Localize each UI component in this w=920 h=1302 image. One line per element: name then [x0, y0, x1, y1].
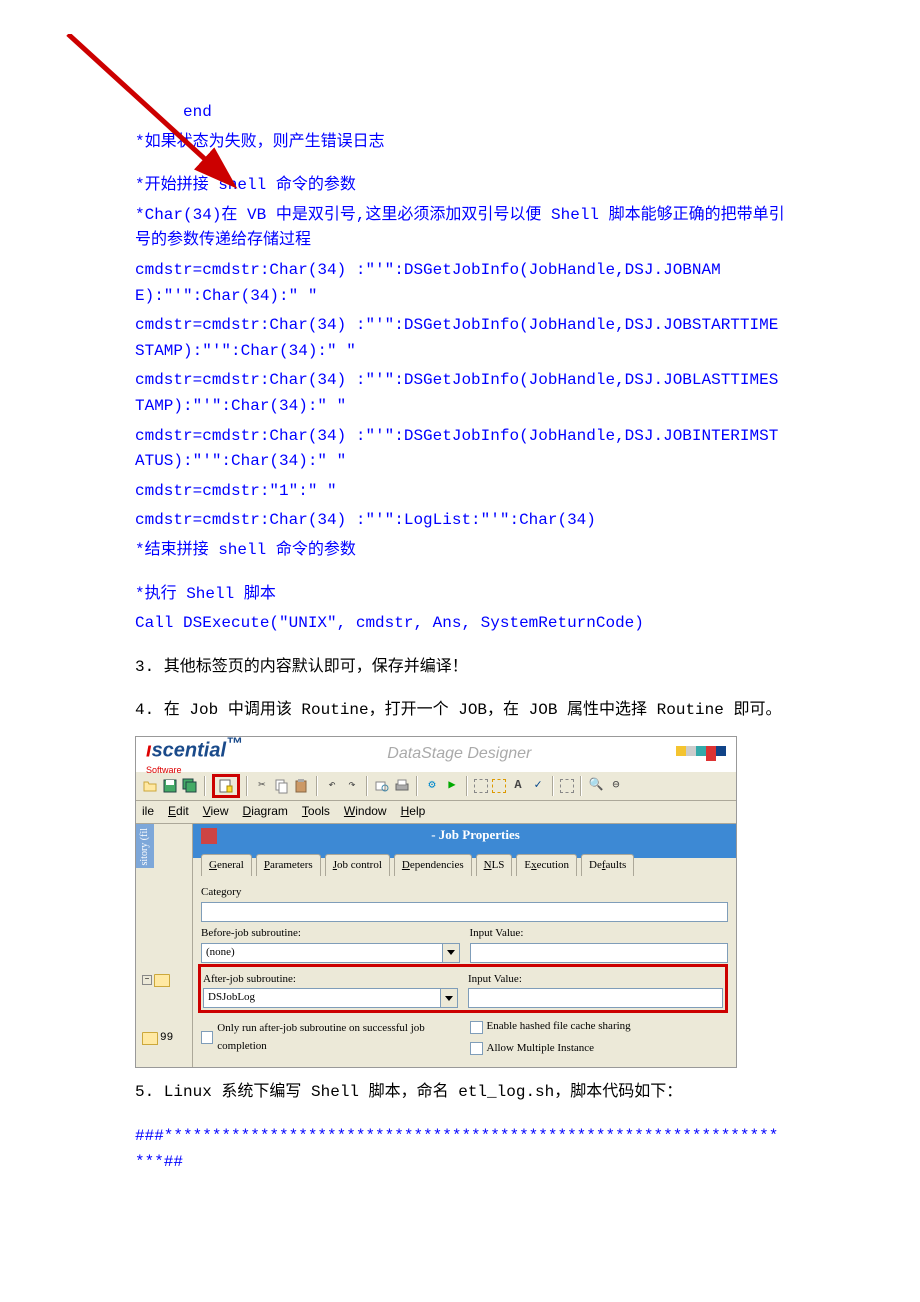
allow-multi-label: Allow Multiple Instance — [487, 1040, 595, 1058]
tab-job-control[interactable]: Job control — [325, 854, 390, 877]
code-cmdstr-4: cmdstr=cmdstr:Char(34) :"'":DSGetJobInfo… — [135, 424, 785, 475]
category-field[interactable] — [201, 902, 728, 922]
paste-icon[interactable] — [294, 778, 310, 794]
tab-nls[interactable]: NLS — [476, 854, 513, 877]
window-title: - Job Properties — [223, 825, 728, 846]
check-icon[interactable]: ✓ — [530, 778, 546, 794]
designer-title: DataStage Designer — [243, 741, 676, 767]
tree-node-99[interactable]: 99 — [142, 1030, 173, 1048]
chevron-down-icon — [445, 996, 453, 1001]
comment-char34: *Char(34)在 VB 中是双引号,这里必须添加双引号以便 Shell 脚本… — [135, 203, 785, 254]
properties-button-highlight — [212, 774, 240, 798]
enable-hash-label: Enable hashed file cache sharing — [487, 1018, 631, 1036]
job-properties-title-bar: - Job Properties — [193, 824, 736, 848]
code-cmdstr-1: cmdstr=cmdstr:Char(34) :"'":DSGetJobInfo… — [135, 258, 785, 309]
tab-general[interactable]: General — [201, 854, 252, 877]
after-subroutine-combo[interactable]: DSJobLog — [203, 988, 441, 1008]
save-icon[interactable] — [162, 778, 178, 794]
find-icon[interactable] — [374, 778, 390, 794]
designer-menubar: ile Edit View Diagram Tools Window Help — [136, 801, 736, 824]
after-dropdown-button[interactable] — [441, 988, 458, 1008]
menu-diagram[interactable]: Diagram — [243, 802, 288, 821]
job-properties-icon[interactable] — [218, 778, 234, 794]
comment-begin-params: *开始拼接 shell 命令的参数 — [135, 173, 785, 199]
comment-end-params: *结束拼接 shell 命令的参数 — [135, 538, 785, 564]
repository-sidebar: sitory (fil − 99 — [136, 824, 193, 1068]
color-squares — [676, 746, 726, 761]
compile-icon[interactable]: ⚙ — [424, 778, 440, 794]
annotation-icon[interactable]: A — [510, 778, 526, 794]
designer-body: sitory (fil − 99 - Job Properties — [136, 824, 736, 1068]
zoom-out-icon[interactable]: ⊖ — [608, 778, 624, 794]
tab-execution[interactable]: Execution — [516, 854, 577, 877]
zoom-fit-icon[interactable] — [560, 779, 574, 793]
menu-tools[interactable]: Tools — [302, 802, 330, 821]
property-tabs: General Parameters Job control Dependenc… — [201, 854, 728, 877]
before-dropdown-button[interactable] — [443, 943, 460, 963]
comment-fail: *如果状态为失败，则产生错误日志 — [135, 130, 785, 156]
menu-view[interactable]: View — [203, 802, 229, 821]
ascential-logo: ıscential™ Software — [146, 731, 243, 777]
copy-icon[interactable] — [274, 778, 290, 794]
input-value-1-label: Input Value: — [470, 925, 729, 943]
redo-icon[interactable]: ↷ — [344, 778, 360, 794]
print-icon[interactable] — [394, 778, 410, 794]
logo-text: scential — [152, 740, 226, 762]
code-cmdstr-6: cmdstr=cmdstr:Char(34) :"'":LogList:"'":… — [135, 508, 785, 534]
tab-dependencies[interactable]: Dependencies — [394, 854, 472, 877]
tree-label: 99 — [160, 1030, 173, 1048]
menu-window[interactable]: Window — [344, 802, 387, 821]
sidebar-tab[interactable]: sitory (fil — [136, 824, 154, 868]
zoom-in-icon[interactable]: 🔍 — [588, 778, 604, 794]
job-properties-panel: - Job Properties General Parameters Job … — [193, 824, 736, 1068]
step-4: 4. 在 Job 中调用该 Routine，打开一个 JOB，在 JOB 属性中… — [135, 698, 785, 724]
input-value-2-label: Input Value: — [468, 971, 723, 989]
shell-hash-divider: ###*************************************… — [135, 1124, 785, 1175]
form-area: Category Before-job subroutine: (none) I… — [201, 882, 728, 1057]
folder-icon — [142, 1032, 158, 1045]
step-3: 3. 其他标签页的内容默认即可，保存并编译！ — [135, 655, 785, 681]
menu-edit[interactable]: Edit — [168, 802, 189, 821]
snap-icon[interactable] — [492, 779, 506, 793]
code-cmdstr-3: cmdstr=cmdstr:Char(34) :"'":DSGetJobInfo… — [135, 368, 785, 419]
tree-collapse-icon[interactable]: − — [142, 975, 152, 985]
code-dsexecute: Call DSExecute("UNIX", cmdstr, Ans, Syst… — [135, 611, 785, 637]
before-subroutine-combo[interactable]: (none) — [201, 943, 443, 963]
menu-file[interactable]: ile — [142, 802, 154, 821]
input-value-2-field[interactable] — [468, 988, 723, 1008]
logo-subtitle: Software — [146, 763, 243, 777]
cut-icon[interactable]: ✂ — [254, 778, 270, 794]
undo-icon[interactable]: ↶ — [324, 778, 340, 794]
comment-exec-shell: *执行 Shell 脚本 — [135, 582, 785, 608]
grid-icon[interactable] — [474, 779, 488, 793]
save-all-icon[interactable] — [182, 778, 198, 794]
after-subroutine-highlight: After-job subroutine: DSJobLog Input Val… — [198, 964, 728, 1014]
tab-parameters[interactable]: Parameters — [256, 854, 321, 877]
only-run-label: Only run after-job subroutine on success… — [217, 1020, 459, 1055]
folder-icon — [154, 974, 170, 987]
allow-multi-checkbox[interactable] — [470, 1042, 483, 1055]
window-icon — [201, 828, 217, 844]
only-run-checkbox[interactable] — [201, 1031, 213, 1044]
open-icon[interactable] — [142, 778, 158, 794]
run-icon[interactable]: ▶ — [444, 778, 460, 794]
menu-help[interactable]: Help — [401, 802, 426, 821]
code-cmdstr-5: cmdstr=cmdstr:"1":" " — [135, 479, 785, 505]
after-subroutine-label: After-job subroutine: — [203, 971, 458, 989]
tree-node[interactable]: − — [142, 974, 170, 987]
chevron-down-icon — [447, 950, 455, 955]
input-value-1-field[interactable] — [470, 943, 729, 963]
enable-hash-checkbox[interactable] — [470, 1021, 483, 1034]
datastage-screenshot: ıscential™ Software DataStage Designer ✂ — [135, 736, 737, 1069]
code-end: end — [135, 100, 785, 126]
step-5: 5. Linux 系统下编写 Shell 脚本，命名 etl_log.sh，脚本… — [135, 1080, 785, 1106]
before-subroutine-label: Before-job subroutine: — [201, 925, 460, 943]
tab-defaults[interactable]: Defaults — [581, 854, 634, 877]
designer-header: ıscential™ Software DataStage Designer — [136, 737, 736, 771]
code-cmdstr-2: cmdstr=cmdstr:Char(34) :"'":DSGetJobInfo… — [135, 313, 785, 364]
category-label: Category — [201, 884, 728, 902]
